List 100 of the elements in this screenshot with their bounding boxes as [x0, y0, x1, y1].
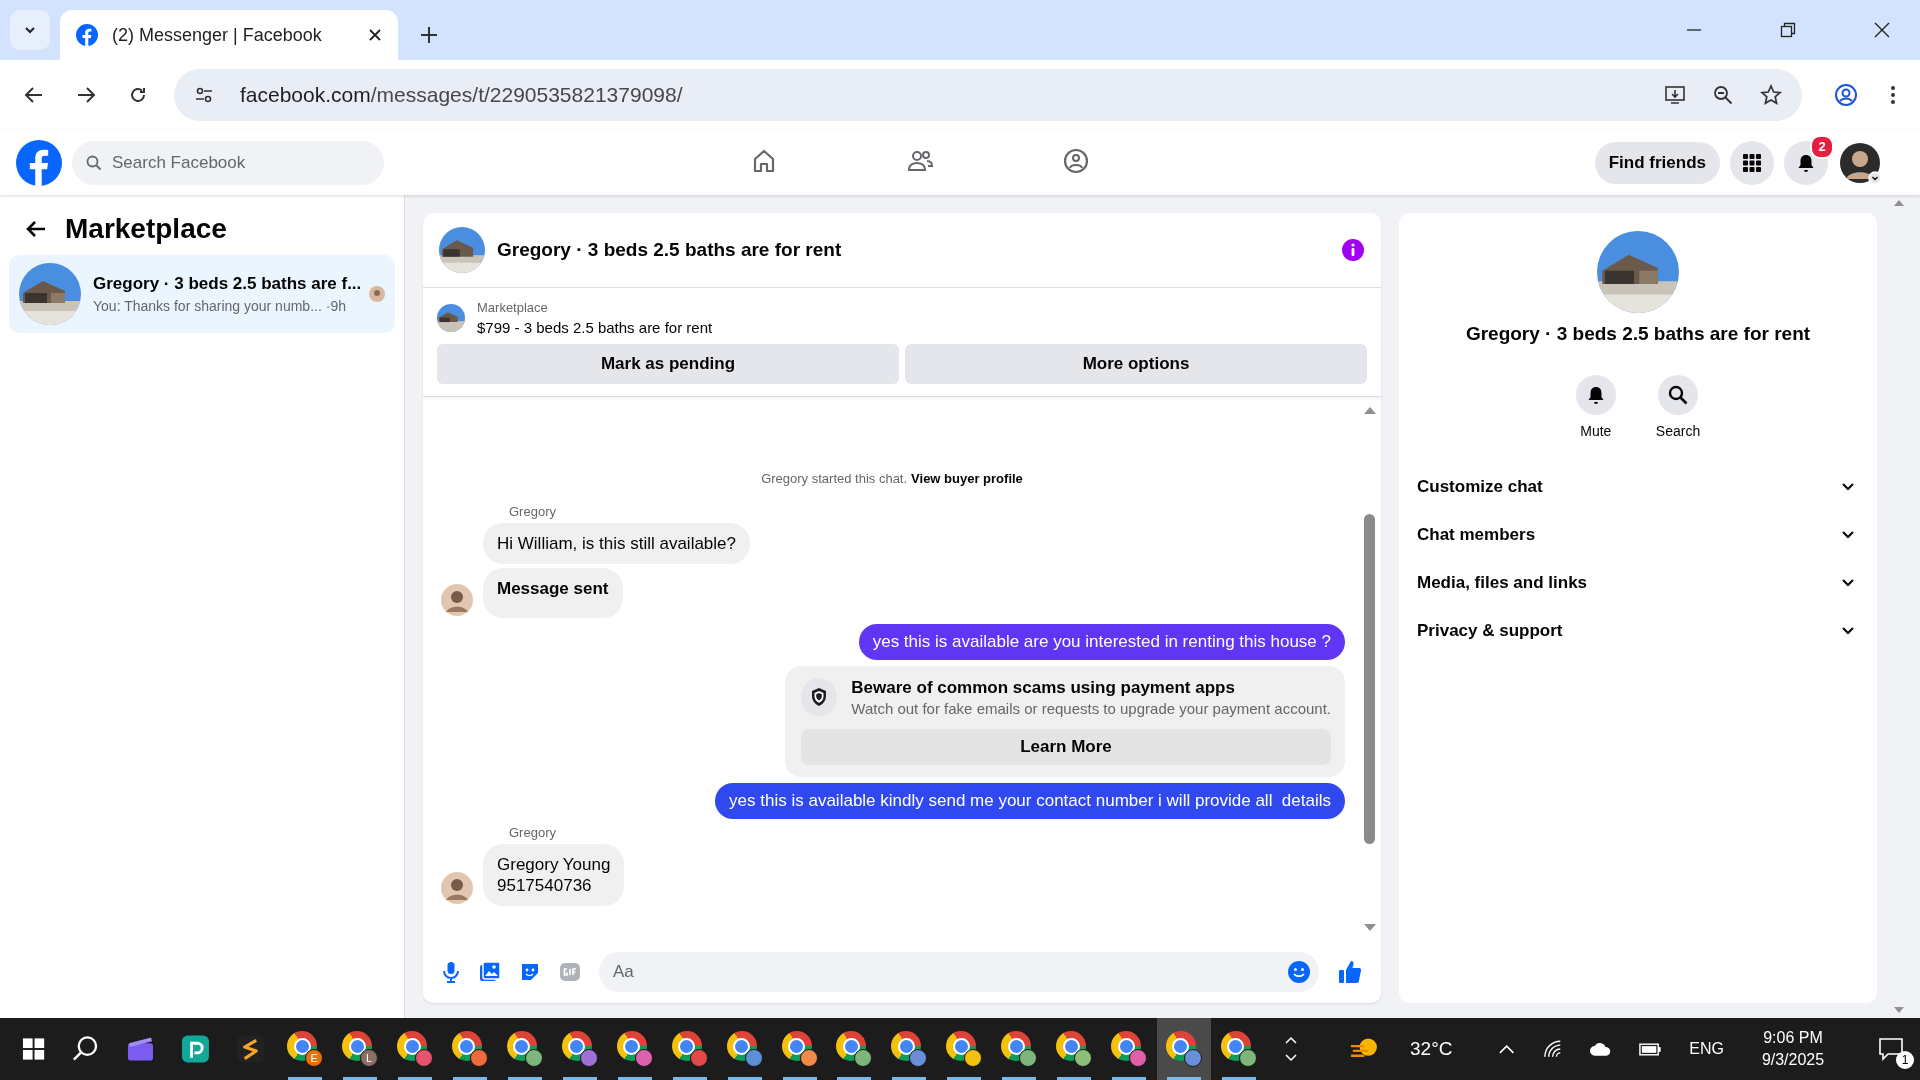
reload-icon[interactable]: [128, 85, 148, 105]
scrollbar-thumb[interactable]: [1364, 514, 1375, 844]
browser-icon[interactable]: [397, 1031, 434, 1067]
app-icon[interactable]: [180, 1034, 210, 1064]
chat-title: Gregory · 3 beds 2.5 baths are for rent: [497, 239, 842, 261]
account-avatar[interactable]: [1838, 140, 1882, 185]
browser-icon[interactable]: [451, 1031, 488, 1067]
chevron-up-icon[interactable]: [1285, 1036, 1298, 1044]
scroll-up-icon[interactable]: [1892, 199, 1905, 207]
facebook-icon: [76, 24, 98, 46]
listing-action-button[interactable]: More options: [905, 344, 1367, 384]
close-icon[interactable]: [1874, 22, 1890, 38]
scroll-down-icon[interactable]: [1363, 923, 1377, 933]
browser-icon[interactable]: [891, 1031, 928, 1067]
message-field[interactable]: Aa: [599, 952, 1319, 992]
browser-icon[interactable]: [616, 1031, 653, 1067]
clock-time: 9:06 PM: [1763, 1029, 1823, 1047]
browser-icon[interactable]: [1111, 1031, 1148, 1067]
notification-count: 1: [1895, 1051, 1914, 1069]
temperature: 32°C: [1410, 1038, 1453, 1060]
sender-name: Gregory: [509, 824, 557, 840]
chat-intro: Gregory started this chat.: [761, 471, 908, 486]
search-icon: [1668, 385, 1688, 405]
forward-icon[interactable]: [76, 85, 96, 105]
close-icon[interactable]: [368, 28, 382, 42]
browser-icon[interactable]: [561, 1031, 598, 1067]
microphone-icon[interactable]: [441, 961, 461, 983]
battery-icon[interactable]: [1638, 1040, 1664, 1058]
sidebar-title: Marketplace: [65, 213, 227, 245]
view-profile-link[interactable]: View buyer profile: [911, 471, 1023, 486]
browser-icon[interactable]: [836, 1031, 873, 1067]
browser-icon[interactable]: [1220, 1031, 1257, 1067]
profile-letter: L: [366, 1052, 373, 1064]
find-friends-button[interactable]: Find friends: [1594, 141, 1720, 184]
menu-icon[interactable]: [1890, 84, 1896, 106]
bell-icon: [1796, 152, 1816, 173]
sender-avatar: [441, 872, 473, 904]
star-icon[interactable]: [1760, 84, 1782, 106]
profile-letter: E: [310, 1052, 318, 1064]
read-receipt-avatar: [369, 286, 385, 302]
like-icon[interactable]: [1337, 959, 1363, 985]
browser-icon[interactable]: [781, 1031, 818, 1067]
app-icon[interactable]: [235, 1034, 265, 1064]
back-icon[interactable]: [24, 85, 44, 105]
details-section[interactable]: Customize chat: [1417, 463, 1859, 511]
browser-icon[interactable]: [1001, 1031, 1038, 1067]
scroll-down-icon[interactable]: [1892, 1006, 1905, 1014]
shield-icon: [801, 678, 838, 716]
video-editor-icon[interactable]: [126, 1035, 155, 1063]
search-icon: [86, 154, 102, 171]
browser-icon[interactable]: [671, 1031, 708, 1067]
emoji-icon[interactable]: [1287, 960, 1311, 984]
browser-icon[interactable]: [1056, 1031, 1093, 1067]
language-indicator[interactable]: ENG: [1689, 1040, 1724, 1058]
info-icon[interactable]: [1341, 238, 1365, 262]
profile-icon[interactable]: [1834, 83, 1858, 107]
listing-action-button[interactable]: Mark as pending: [437, 344, 899, 384]
restore-icon[interactable]: [1780, 22, 1796, 38]
browser-icon[interactable]: [506, 1031, 543, 1067]
warning-title: Beware of common scams using payment apps: [851, 677, 1236, 698]
sticker-icon[interactable]: [519, 961, 541, 983]
listing-category: Marketplace: [477, 300, 549, 315]
image-icon[interactable]: [479, 961, 501, 983]
chevron-up-icon[interactable]: [1498, 1043, 1516, 1055]
new-tab-icon[interactable]: [420, 26, 438, 44]
scroll-up-icon[interactable]: [1363, 405, 1377, 415]
browser-icon[interactable]: [726, 1031, 763, 1067]
browser-icon[interactable]: [1165, 1031, 1202, 1067]
windows-start-icon[interactable]: [22, 1037, 46, 1061]
listing-title: $799 - 3 beds 2.5 baths are for rent: [477, 319, 713, 336]
browser-icon[interactable]: [946, 1031, 983, 1067]
site-settings-icon[interactable]: [194, 85, 214, 105]
search-field[interactable]: Search Facebook: [72, 140, 384, 185]
zoom-out-icon[interactable]: [1712, 84, 1734, 106]
cloud-icon[interactable]: [1589, 1041, 1613, 1057]
address-field[interactable]: facebook.com/messages/t/2290535821379098/: [174, 69, 1802, 121]
details-section[interactable]: Privacy & support: [1417, 607, 1859, 655]
facebook-logo[interactable]: [16, 139, 62, 186]
menu-button[interactable]: [1730, 140, 1774, 185]
details-section[interactable]: Chat members: [1417, 511, 1859, 559]
action-label: Search: [1655, 423, 1701, 439]
warning-text: Watch out for fake emails or requests to upgrade your payment account.: [851, 699, 1331, 717]
install-icon[interactable]: [1664, 84, 1686, 106]
tab-title: (2) Messenger | Facebook: [112, 24, 323, 46]
browser-tab[interactable]: (2) Messenger | Facebook: [60, 10, 398, 60]
clock-date: 9/3/2025: [1761, 1051, 1825, 1069]
message-preview: You: Thanks for sharing your numb...: [93, 298, 322, 314]
search-button[interactable]: [1658, 375, 1698, 415]
notification-count: 2: [1810, 134, 1834, 159]
sender-avatar: [441, 583, 473, 616]
conversation-item[interactable]: Gregory · 3 beds 2.5 baths are f... You: Thanks for sharing your numb... ·9h: [9, 255, 395, 333]
message-bubble: yes this is available are you interested in renting this house ?: [858, 623, 1345, 660]
message-bubble: yes this is available kindly send me your contact number i will provide all details: [715, 782, 1345, 819]
mute-button[interactable]: [1575, 375, 1616, 415]
learn-more-button[interactable]: Learn More: [801, 728, 1331, 765]
message-bubble: Hi William, is this still available?: [483, 523, 750, 565]
chevron-down-icon[interactable]: [1285, 1054, 1298, 1062]
url-text: facebook.com/messages/t/2290535821379098/: [240, 83, 683, 107]
action-label: Mute: [1580, 423, 1612, 439]
details-section[interactable]: Media, files and links: [1417, 559, 1859, 607]
